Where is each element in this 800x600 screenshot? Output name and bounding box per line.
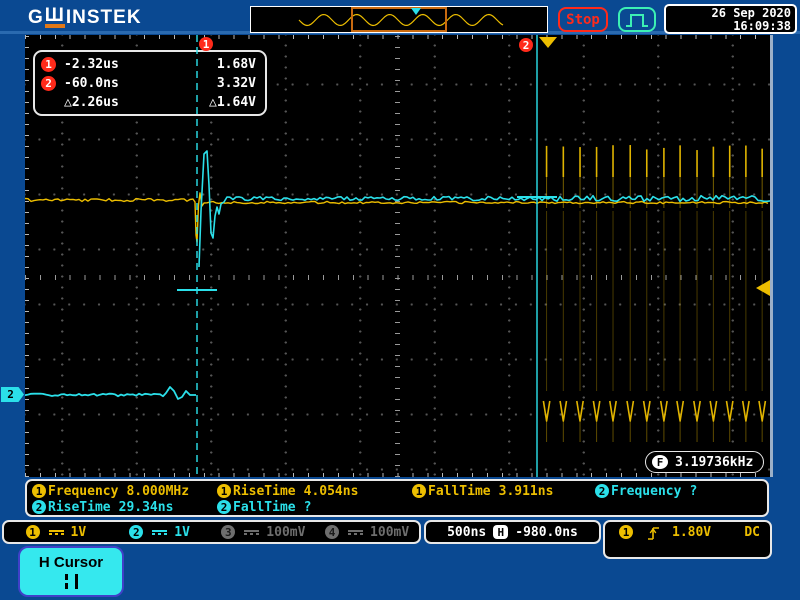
trigger-status[interactable]: 1 1.80V DC: [603, 520, 772, 559]
h-cursor-icon: [20, 574, 122, 589]
measurement-label: Frequency: [48, 484, 118, 499]
ch2-badge: 2: [32, 500, 46, 514]
h-cursor-menu-button[interactable]: H Cursor: [18, 546, 124, 597]
cursor2-position-marker[interactable]: 2: [519, 38, 533, 52]
ch1-coupling-icon: [49, 529, 64, 536]
trigger-mode-badge: [618, 7, 656, 32]
ch4-scale: 100mV: [370, 525, 409, 540]
frequency-counter-badge: F: [652, 455, 668, 469]
plot-right-edge-strip: [770, 35, 773, 477]
measurement-ch2-falltime: 2 FallTime ?: [217, 499, 311, 515]
measurement-label: Frequency: [611, 484, 681, 499]
ch3-coupling-icon: [244, 529, 259, 536]
cursor-readout-panel: 1 -2.32us 1.68V 2 -60.0ns 3.32V △2.26us …: [33, 50, 267, 116]
channel-status-bar: 1 1V 2 1V 3 100mV 4 100mV: [2, 520, 421, 544]
logo-rest: INSTEK: [66, 7, 142, 29]
horizontal-badge: H: [493, 525, 508, 539]
cursor1-position-marker[interactable]: 1: [199, 37, 213, 51]
ch2-status[interactable]: 2 1V: [108, 525, 212, 540]
ch2-scale: 1V: [174, 525, 190, 540]
ch2-badge: 2: [217, 500, 231, 514]
measurement-value: 4.054ns: [304, 484, 359, 499]
cursor2-badge: 2: [41, 76, 56, 91]
ch1-badge: 1: [217, 484, 231, 498]
waveform-display: 1 -2.32us 1.68V 2 -60.0ns 3.32V △2.26us …: [25, 35, 770, 477]
cursor-delta-readout: △2.26us △1.64V: [41, 93, 265, 112]
measurement-label: RiseTime: [233, 484, 296, 499]
cursor1-time: -2.32us: [64, 57, 156, 72]
cursor1-readout: 1 -2.32us 1.68V: [41, 55, 265, 74]
ch4-status[interactable]: 4 100mV: [315, 525, 419, 540]
measurement-value: 3.911ns: [499, 484, 554, 499]
timebase-position: -980.0ns: [515, 525, 578, 540]
rising-edge-icon: [647, 525, 660, 542]
ch2-coupling-icon: [152, 529, 167, 536]
acquisition-preview-bar: [250, 6, 548, 33]
measurement-ch1-falltime: 1 FallTime 3.911ns: [412, 483, 553, 499]
pulse-icon: [623, 11, 651, 29]
ch2-badge: 2: [129, 525, 143, 539]
ch1-badge: 1: [412, 484, 426, 498]
datetime-display: 26 Sep 2020 16:09:38: [664, 4, 797, 34]
measurement-label: RiseTime: [48, 500, 111, 515]
frequency-counter: F 3.19736kHz: [645, 451, 764, 473]
trigger-level-value: 1.80V: [672, 525, 711, 540]
logo-g: G: [28, 7, 44, 29]
cursor2-volt: 3.32V: [156, 76, 256, 91]
ch2-ground-marker[interactable]: 2: [1, 387, 24, 402]
measurement-panel: 1 Frequency 8.000MHz 1 RiseTime 4.054ns …: [25, 479, 769, 517]
measurement-ch2-frequency: 2 Frequency ?: [595, 483, 697, 499]
cursor2-readout: 2 -60.0ns 3.32V: [41, 74, 265, 93]
measurement-value: ?: [304, 500, 312, 515]
ch4-badge: 4: [325, 525, 339, 539]
measurement-value: ?: [689, 484, 697, 499]
trigger-coupling: DC: [744, 525, 760, 540]
measurement-ch1-frequency: 1 Frequency 8.000MHz: [32, 483, 189, 499]
stop-status-badge: Stop: [558, 7, 608, 32]
ch3-status[interactable]: 3 100mV: [212, 525, 316, 540]
cursor-delta-time: △2.26us: [64, 95, 156, 110]
ch4-coupling-icon: [348, 529, 363, 536]
time-text: 16:09:38: [666, 20, 791, 33]
frequency-counter-value: 3.19736kHz: [675, 455, 753, 470]
ch1-scale: 1V: [71, 525, 87, 540]
timebase-scale: 500ns: [447, 525, 486, 540]
trigger-source-badge: 1: [619, 525, 633, 539]
ch1-status[interactable]: 1 1V: [4, 525, 108, 540]
preview-trigger-marker-icon: [411, 8, 421, 15]
graticule-ticks-left: [25, 35, 29, 477]
ch1-badge: 1: [32, 484, 46, 498]
measurement-label: FallTime: [428, 484, 491, 499]
cursor1-volt: 1.68V: [156, 57, 256, 72]
ch2-badge: 2: [595, 484, 609, 498]
logo-w: Ш: [45, 7, 65, 28]
cursor-delta-volt: △1.64V: [156, 95, 256, 110]
measurement-label: FallTime: [233, 500, 296, 515]
gwinstek-logo: GШINSTEK: [28, 7, 142, 29]
ch1-badge: 1: [26, 525, 40, 539]
ch3-badge: 3: [221, 525, 235, 539]
trigger-position-marker-icon[interactable]: [539, 37, 557, 48]
cursor1-badge: 1: [41, 57, 56, 72]
h-cursor-label: H Cursor: [20, 554, 122, 571]
preview-window-box: [351, 7, 447, 32]
measurement-ch1-risetime: 1 RiseTime 4.054ns: [217, 483, 358, 499]
measurement-value: 29.34ns: [119, 500, 174, 515]
cursor2-time: -60.0ns: [64, 76, 156, 91]
cursor-delta-badge: [41, 95, 56, 110]
measurement-value: 8.000MHz: [126, 484, 189, 499]
ch3-scale: 100mV: [266, 525, 305, 540]
trigger-level-marker-icon[interactable]: [756, 280, 770, 296]
measurement-ch2-risetime: 2 RiseTime 29.34ns: [32, 499, 173, 515]
timebase-status[interactable]: 500ns H -980.0ns: [424, 520, 601, 544]
graticule-center-vaxis: [395, 35, 400, 477]
